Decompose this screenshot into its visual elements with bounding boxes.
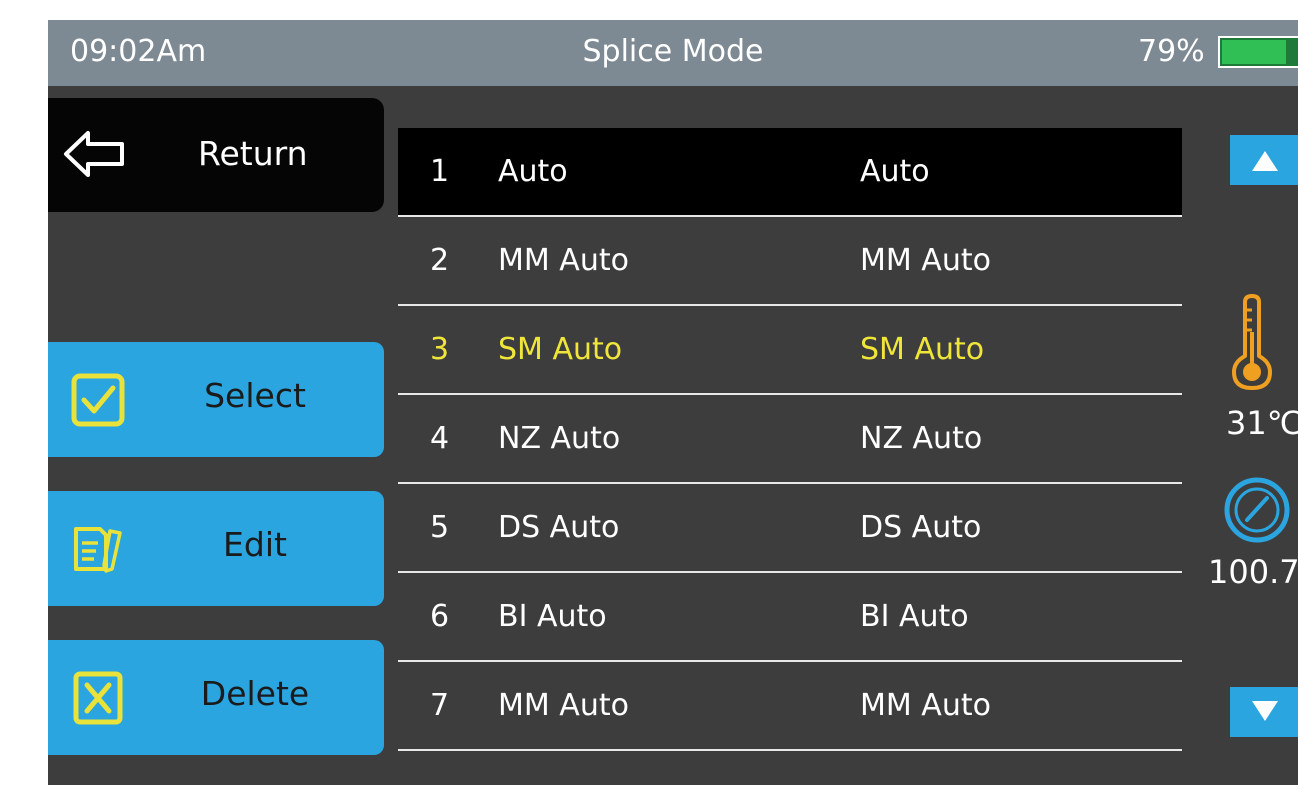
scroll-down-button[interactable]: [1230, 687, 1298, 737]
mode-row[interactable]: 6 BI Auto BI Auto: [398, 573, 1182, 662]
mode-value: MM Auto: [860, 688, 991, 723]
battery-icon: [1218, 36, 1298, 68]
page-title: Splice Mode: [582, 34, 764, 69]
mode-value: MM Auto: [860, 243, 991, 278]
mode-value: BI Auto: [860, 599, 969, 634]
mode-name: MM Auto: [498, 243, 629, 278]
edit-label: Edit: [223, 525, 287, 564]
scroll-up-button[interactable]: [1230, 135, 1298, 185]
mode-name: SM Auto: [498, 332, 623, 367]
splice-mode-list: 1 Auto Auto 2 MM Auto MM Auto 3 SM Auto SM Auto 4…: [398, 128, 1182, 751]
temperature-readout: 31℃: [1226, 404, 1298, 442]
mode-number: 3: [430, 332, 450, 367]
mode-number: 4: [430, 421, 450, 456]
mode-row[interactable]: 5 DS Auto DS Auto: [398, 484, 1182, 573]
edit-button[interactable]: Edit: [48, 491, 384, 606]
return-button[interactable]: Return: [48, 98, 384, 212]
status-bar: 09:02Am Splice Mode 79%: [48, 20, 1298, 86]
mode-name: BI Auto: [498, 599, 607, 634]
mode-name: DS Auto: [498, 510, 620, 545]
gauge-icon: [1224, 477, 1290, 543]
mode-row[interactable]: 4 NZ Auto NZ Auto: [398, 395, 1182, 484]
mode-number: 6: [430, 599, 450, 634]
mode-value: DS Auto: [860, 510, 982, 545]
mode-name: NZ Auto: [498, 421, 621, 456]
triangle-up-icon: [1252, 151, 1278, 171]
delete-label: Delete: [200, 674, 310, 713]
delete-button[interactable]: Delete: [48, 640, 384, 755]
mode-number: 7: [430, 688, 450, 723]
device-screen: 09:02Am Splice Mode 79% Return Select Ed…: [48, 20, 1298, 785]
arrow-left-icon: [64, 131, 124, 177]
battery-percent: 79%: [1138, 34, 1205, 69]
mode-number: 5: [430, 510, 450, 545]
mode-name: MM Auto: [498, 688, 629, 723]
mode-value: NZ Auto: [860, 421, 983, 456]
mode-row[interactable]: 1 Auto Auto: [398, 128, 1182, 217]
mode-number: 2: [430, 243, 450, 278]
mode-row[interactable]: 2 MM Auto MM Auto: [398, 217, 1182, 306]
select-label: Select: [204, 376, 306, 415]
mode-value: SM Auto: [860, 332, 985, 367]
battery-level-fill: [1222, 40, 1286, 64]
mode-row[interactable]: 3 SM Auto SM Auto: [398, 306, 1182, 395]
return-label: Return: [198, 134, 308, 173]
triangle-down-icon: [1252, 701, 1278, 721]
mode-value: Auto: [860, 154, 930, 189]
select-button[interactable]: Select: [48, 342, 384, 457]
pressure-readout: 100.7: [1208, 553, 1298, 591]
mode-name: Auto: [498, 154, 568, 189]
thermometer-icon: [1232, 294, 1272, 390]
mode-number: 1: [430, 154, 450, 189]
mode-row[interactable]: 7 MM Auto MM Auto: [398, 662, 1182, 751]
